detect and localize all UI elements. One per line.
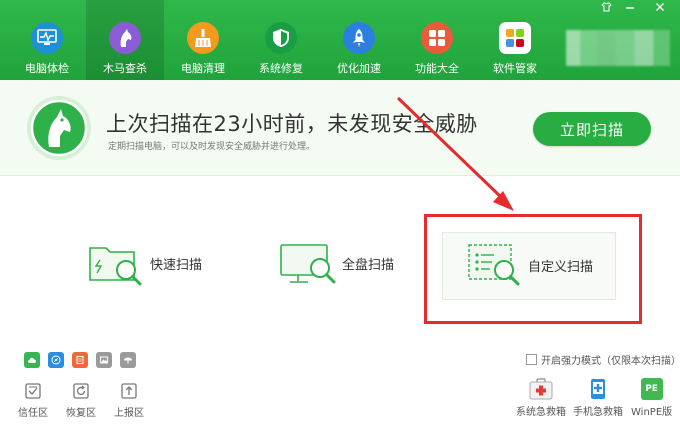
umbrella-icon[interactable] xyxy=(120,352,136,368)
cloud-icon[interactable] xyxy=(24,352,40,368)
strong-mode-checkbox[interactable] xyxy=(526,354,537,365)
trust-zone-label: 信任区 xyxy=(18,408,48,419)
phone-rescue-icon xyxy=(590,378,606,400)
upload-zone-button[interactable]: 上报区 xyxy=(114,382,144,419)
winpe-label: WinPE版 xyxy=(631,407,673,418)
image-icon[interactable] xyxy=(96,352,112,368)
winpe-button[interactable]: PE WinPE版 xyxy=(631,378,672,418)
pe-badge-text: PE xyxy=(645,384,658,394)
first-aid-kit-icon xyxy=(528,378,554,400)
strong-mode-label: 开启强力模式（仅限本次扫描） xyxy=(541,356,680,367)
system-rescue-label: 系统急救箱 xyxy=(516,407,566,418)
document-icon[interactable] xyxy=(72,352,88,368)
restore-zone-icon xyxy=(72,382,90,400)
restore-zone-button[interactable]: 恢复区 xyxy=(66,382,96,419)
restore-zone-label: 恢复区 xyxy=(66,408,96,419)
trust-zone-icon xyxy=(24,382,42,400)
pe-icon: PE xyxy=(640,378,663,400)
system-rescue-button[interactable]: 系统急救箱 xyxy=(516,378,566,418)
phone-rescue-label: 手机急救箱 xyxy=(573,407,623,418)
trust-zone-button[interactable]: 信任区 xyxy=(18,382,48,419)
compass-icon[interactable] xyxy=(48,352,64,368)
upload-zone-label: 上报区 xyxy=(114,408,144,419)
phone-rescue-button[interactable]: 手机急救箱 xyxy=(573,378,623,418)
strong-mode-toggle[interactable]: 开启强力模式（仅限本次扫描） xyxy=(526,352,680,367)
upload-zone-icon xyxy=(120,382,138,400)
